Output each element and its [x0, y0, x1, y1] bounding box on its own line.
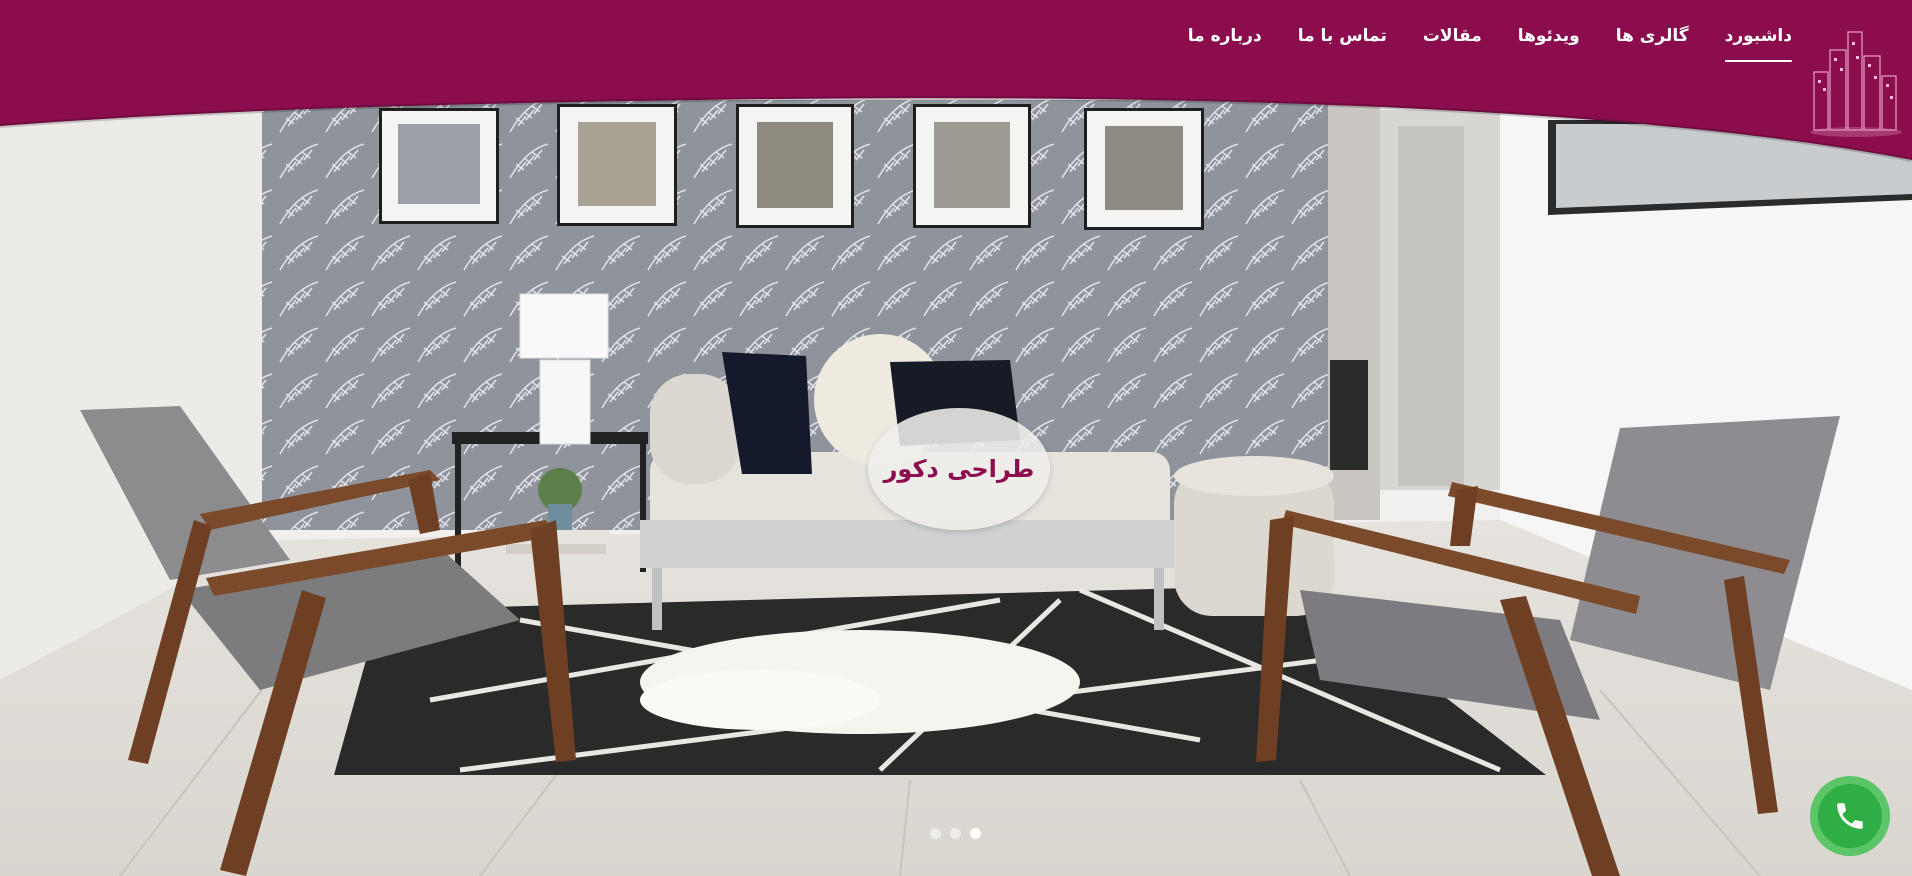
call-button[interactable] — [1810, 776, 1890, 856]
slider-dot-2[interactable] — [950, 828, 961, 839]
city-skyline-icon[interactable] — [1806, 22, 1906, 142]
hero-caption: طراحی دکور — [868, 408, 1050, 530]
slider-dots — [930, 828, 981, 839]
main-nav: داشبورد گالری ها ویدئوها مقالات تماس با … — [1188, 26, 1793, 62]
call-button-inner — [1818, 784, 1882, 848]
slider-dot-1[interactable] — [930, 828, 941, 839]
phone-icon — [1837, 803, 1863, 829]
nav-item-articles[interactable]: مقالات — [1423, 26, 1482, 62]
nav-item-dashboard[interactable]: داشبورد — [1724, 26, 1793, 62]
nav-item-about[interactable]: درباره ما — [1188, 26, 1262, 62]
nav-item-videos[interactable]: ویدئوها — [1518, 26, 1580, 62]
nav-item-galleries[interactable]: گالری ها — [1616, 26, 1689, 62]
slider-dot-3[interactable] — [970, 828, 981, 839]
nav-item-contact[interactable]: تماس با ما — [1298, 26, 1387, 62]
